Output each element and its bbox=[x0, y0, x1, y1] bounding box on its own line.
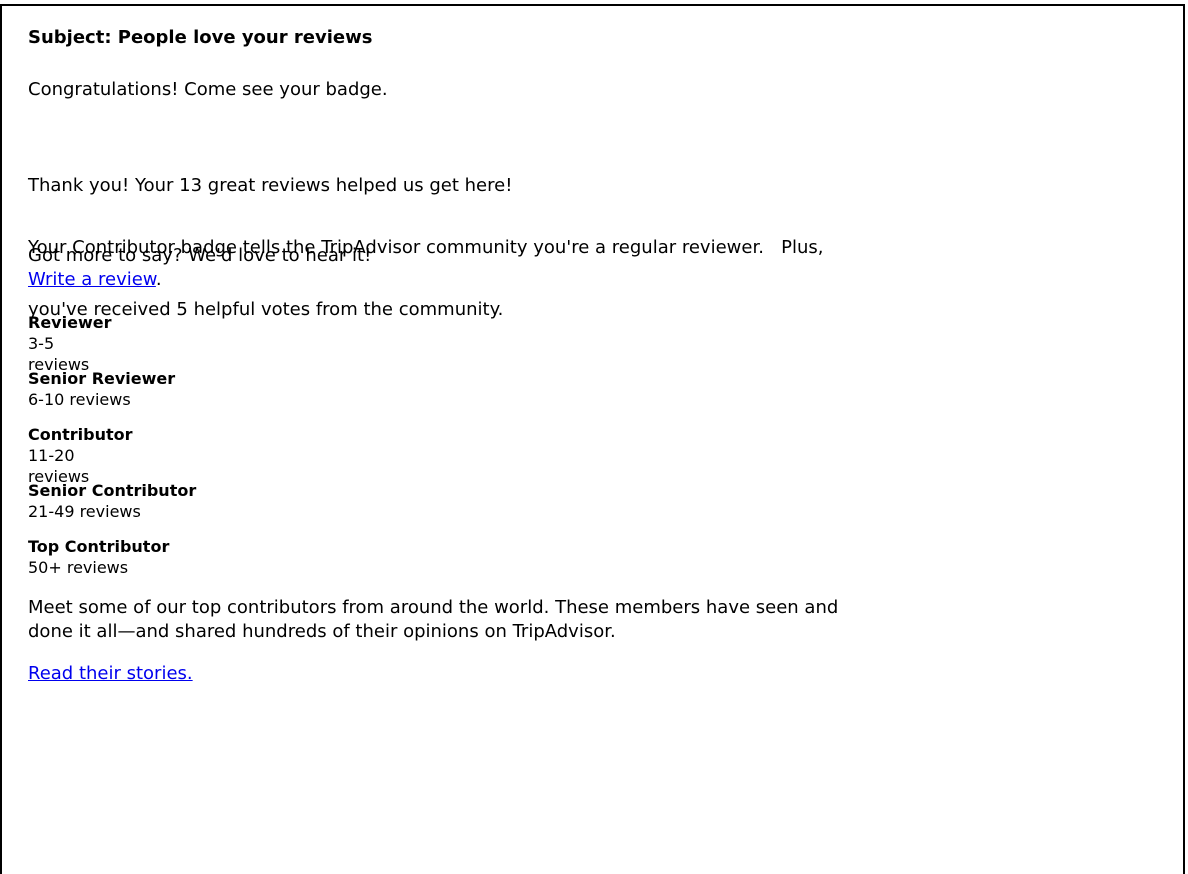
badge-item-reviewer: Reviewer 3-5 reviews bbox=[28, 312, 111, 375]
thanks-line-3: you've received 5 helpful votes from the… bbox=[28, 299, 504, 320]
write-review-link[interactable]: Write a review bbox=[28, 269, 156, 290]
badge-item-contributor: Contributor 11-20 reviews bbox=[28, 424, 133, 487]
badge-name: Reviewer bbox=[28, 313, 112, 332]
read-stories-link[interactable]: Read their stories. bbox=[28, 663, 193, 684]
email-frame: Subject: People love your reviews Congra… bbox=[0, 4, 1185, 874]
badge-range: 6-10 reviews bbox=[28, 390, 131, 409]
badge-item-senior-reviewer: Senior Reviewer 6-10 reviews bbox=[28, 368, 175, 410]
stories-line: Read their stories. bbox=[28, 662, 193, 686]
badge-item-senior-contributor: Senior Contributor 21-49 reviews bbox=[28, 480, 196, 522]
more-text: Got more to say? We'd love to hear it! bbox=[28, 245, 372, 266]
meet-paragraph: Meet some of our top contributors from a… bbox=[28, 596, 838, 644]
more-paragraph: Got more to say? We'd love to hear it! W… bbox=[28, 244, 371, 292]
badge-item-top-contributor: Top Contributor 50+ reviews bbox=[28, 536, 169, 578]
badge-range: 50+ reviews bbox=[28, 558, 129, 577]
congrats-text: Congratulations! Come see your badge. bbox=[28, 79, 388, 100]
write-review-period: . bbox=[155, 269, 162, 290]
badge-name: Senior Contributor bbox=[28, 481, 197, 500]
thanks-line-1: Thank you! Your 13 great reviews helped … bbox=[28, 175, 513, 196]
email-subject: Subject: People love your reviews bbox=[28, 27, 373, 48]
badge-name: Top Contributor bbox=[28, 537, 170, 556]
meet-line-1: Meet some of our top contributors from a… bbox=[28, 597, 839, 618]
write-review-line: Write a review. bbox=[28, 268, 371, 292]
badge-name: Contributor bbox=[28, 425, 133, 444]
badge-range: 21-49 reviews bbox=[28, 502, 141, 521]
badge-name: Senior Reviewer bbox=[28, 369, 176, 388]
meet-line-2: done it all—and shared hundreds of their… bbox=[28, 621, 616, 642]
